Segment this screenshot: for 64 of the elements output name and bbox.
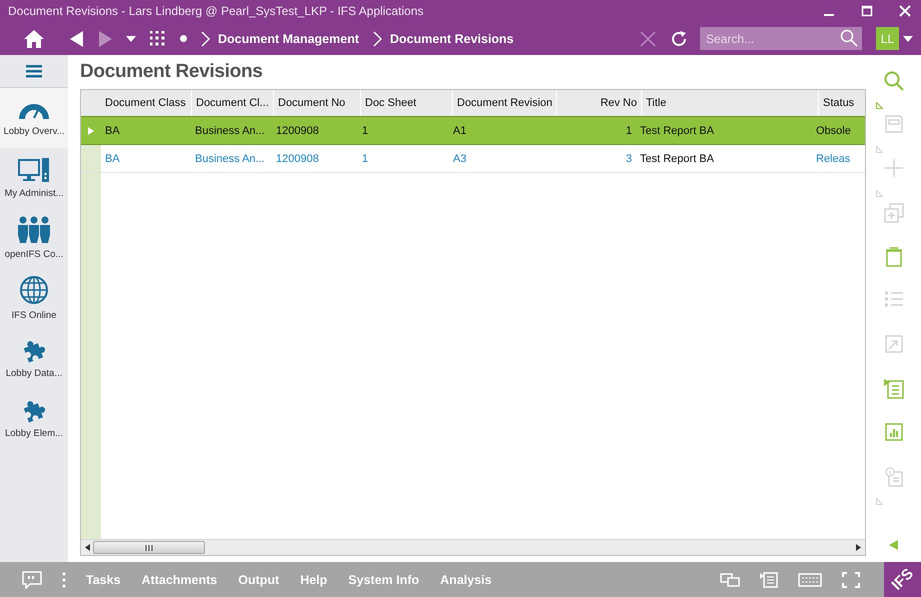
back-icon[interactable] bbox=[70, 30, 84, 46]
row-header-cell[interactable] bbox=[81, 145, 101, 172]
chevron-icon bbox=[201, 30, 210, 46]
logo: IFS bbox=[884, 562, 921, 597]
computer-icon bbox=[18, 157, 50, 183]
dot-icon bbox=[180, 35, 187, 42]
menu-icon[interactable] bbox=[26, 64, 42, 78]
globe-icon bbox=[19, 275, 49, 305]
table-cell-text: 1200908 bbox=[275, 152, 320, 166]
chevron-icon bbox=[373, 30, 382, 46]
people-icon bbox=[18, 216, 50, 244]
table-cell-text: BA bbox=[104, 124, 121, 138]
table-cell-text: Test Report BA bbox=[639, 124, 715, 138]
chat-icon[interactable] bbox=[22, 570, 42, 588]
row-pointer-icon bbox=[88, 126, 94, 134]
collapse-icon[interactable] bbox=[889, 540, 898, 550]
sidebar-item[interactable]: IFS Online bbox=[0, 268, 68, 328]
caret-icon[interactable] bbox=[903, 36, 913, 42]
table-cell-text: Business An... bbox=[194, 124, 266, 138]
table-cell-text: BA bbox=[104, 152, 121, 166]
window-title: Document Revisions - Lars Lindberg @ Pearl_SysTest_LKP - IFS Applications bbox=[8, 4, 424, 18]
caret-icon[interactable] bbox=[126, 36, 136, 42]
maximize-icon[interactable] bbox=[861, 5, 873, 17]
close-icon[interactable] bbox=[899, 5, 911, 17]
scroll-right-icon[interactable] bbox=[856, 544, 861, 551]
table-cell-text: Test Report BA bbox=[639, 152, 715, 166]
breadcrumb-link[interactable]: Document Revisions bbox=[390, 32, 514, 46]
sidebar-item[interactable]: Lobby Overv... bbox=[0, 88, 68, 148]
page-title: Document Revisions bbox=[80, 61, 264, 83]
table-cell-text: Releas bbox=[815, 152, 852, 166]
search-field[interactable]: Search... bbox=[700, 27, 862, 50]
table-cell-text: 1 bbox=[361, 124, 370, 138]
detail-list-icon[interactable] bbox=[760, 572, 778, 588]
table-cell-text: 3 bbox=[624, 152, 633, 166]
scrollbar-thumb[interactable] bbox=[93, 541, 205, 554]
table-cell-text: A3 bbox=[452, 152, 468, 166]
sidebar-item[interactable]: Lobby Elem... bbox=[0, 388, 68, 448]
keyboard-icon[interactable] bbox=[798, 572, 822, 586]
sidebar-item[interactable]: Lobby Data... bbox=[0, 328, 68, 388]
table-row[interactable]: BA Business An... 1200908 1 A1 1 Test Report BA Obsole bbox=[81, 116, 865, 145]
table-cell-text: 1 bbox=[624, 124, 633, 138]
sidebar-item[interactable]: openIFS Co... bbox=[0, 208, 68, 268]
detail-list-icon[interactable] bbox=[884, 379, 904, 399]
bar-chart-icon[interactable] bbox=[884, 423, 902, 441]
dropdown-corner-icon[interactable] bbox=[876, 102, 882, 109]
table-cell-text: A1 bbox=[452, 124, 468, 138]
refresh-icon[interactable] bbox=[670, 30, 688, 48]
fullscreen-icon[interactable] bbox=[842, 572, 860, 588]
windows-icon[interactable] bbox=[720, 572, 740, 586]
search-icon[interactable] bbox=[840, 29, 858, 47]
table-row[interactable]: BA Business An... 1200908 1 A3 3 Test Report BA Releas bbox=[81, 145, 865, 173]
table-cell-text: 1 bbox=[361, 152, 370, 166]
table-cell-text: Business An... bbox=[194, 152, 266, 166]
breadcrumb-link[interactable]: Document Management bbox=[218, 32, 359, 46]
more-icon[interactable] bbox=[62, 572, 66, 588]
sidebar-item[interactable]: My Administ... bbox=[0, 148, 68, 208]
home-icon[interactable] bbox=[24, 30, 44, 48]
table-cell-text: Obsole bbox=[815, 124, 852, 138]
table-cell-text: 1200908 bbox=[275, 124, 320, 138]
apps-grid-icon[interactable] bbox=[150, 30, 166, 46]
column-header[interactable]: Status bbox=[819, 90, 865, 116]
search-icon[interactable] bbox=[884, 71, 904, 91]
trash-icon[interactable] bbox=[886, 247, 902, 267]
scroll-left-icon[interactable] bbox=[85, 544, 90, 551]
